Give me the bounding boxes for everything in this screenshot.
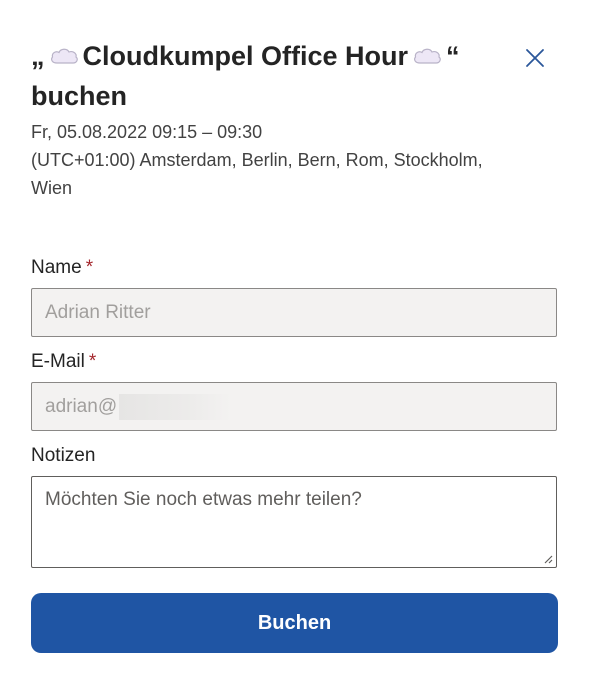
close-icon: [526, 49, 544, 67]
booking-dialog: „ Cloudkumpel Office Hour “ buchen Fr, 05.0…: [0, 0, 589, 682]
cloud-icon: [412, 46, 442, 66]
email-label: E-Mail *: [31, 351, 96, 373]
appointment-meta: Fr, 05.08.2022 09:15 – 09:30 (UTC+01:00)…: [31, 118, 511, 202]
name-label-text: Name: [31, 257, 82, 278]
appointment-datetime: Fr, 05.08.2022 09:15 – 09:30: [31, 122, 263, 142]
email-label-text: E-Mail: [31, 351, 85, 372]
appointment-timezone: (UTC+01:00) Amsterdam, Berlin, Bern, Rom…: [31, 150, 483, 198]
close-button[interactable]: [521, 44, 549, 72]
cloud-icon: [49, 46, 79, 66]
dialog-title: „ Cloudkumpel Office Hour “ buchen: [31, 36, 511, 116]
required-mark: *: [85, 257, 94, 278]
title-open-quote: „: [31, 41, 45, 71]
required-mark: *: [88, 351, 97, 372]
name-value: Adrian Ritter: [45, 301, 151, 323]
title-text: Cloudkumpel Office Hour: [82, 41, 409, 71]
name-label: Name *: [31, 257, 93, 279]
notes-label: Notizen: [31, 445, 96, 466]
title-suffix: buchen: [31, 81, 128, 111]
dialog-header: „ Cloudkumpel Office Hour “ buchen Fr, 05.0…: [31, 36, 511, 202]
email-field[interactable]: adrian@: [31, 382, 557, 431]
book-button[interactable]: Buchen: [31, 593, 558, 653]
email-value: adrian@: [45, 395, 118, 417]
redacted-email-domain: [119, 393, 232, 420]
notes-placeholder: Möchten Sie noch etwas mehr teilen?: [45, 489, 362, 510]
name-field[interactable]: Adrian Ritter: [31, 288, 557, 337]
resize-handle-icon[interactable]: [543, 554, 553, 564]
title-close-quote: “: [446, 41, 460, 71]
notes-textarea[interactable]: Möchten Sie noch etwas mehr teilen?: [31, 476, 557, 568]
